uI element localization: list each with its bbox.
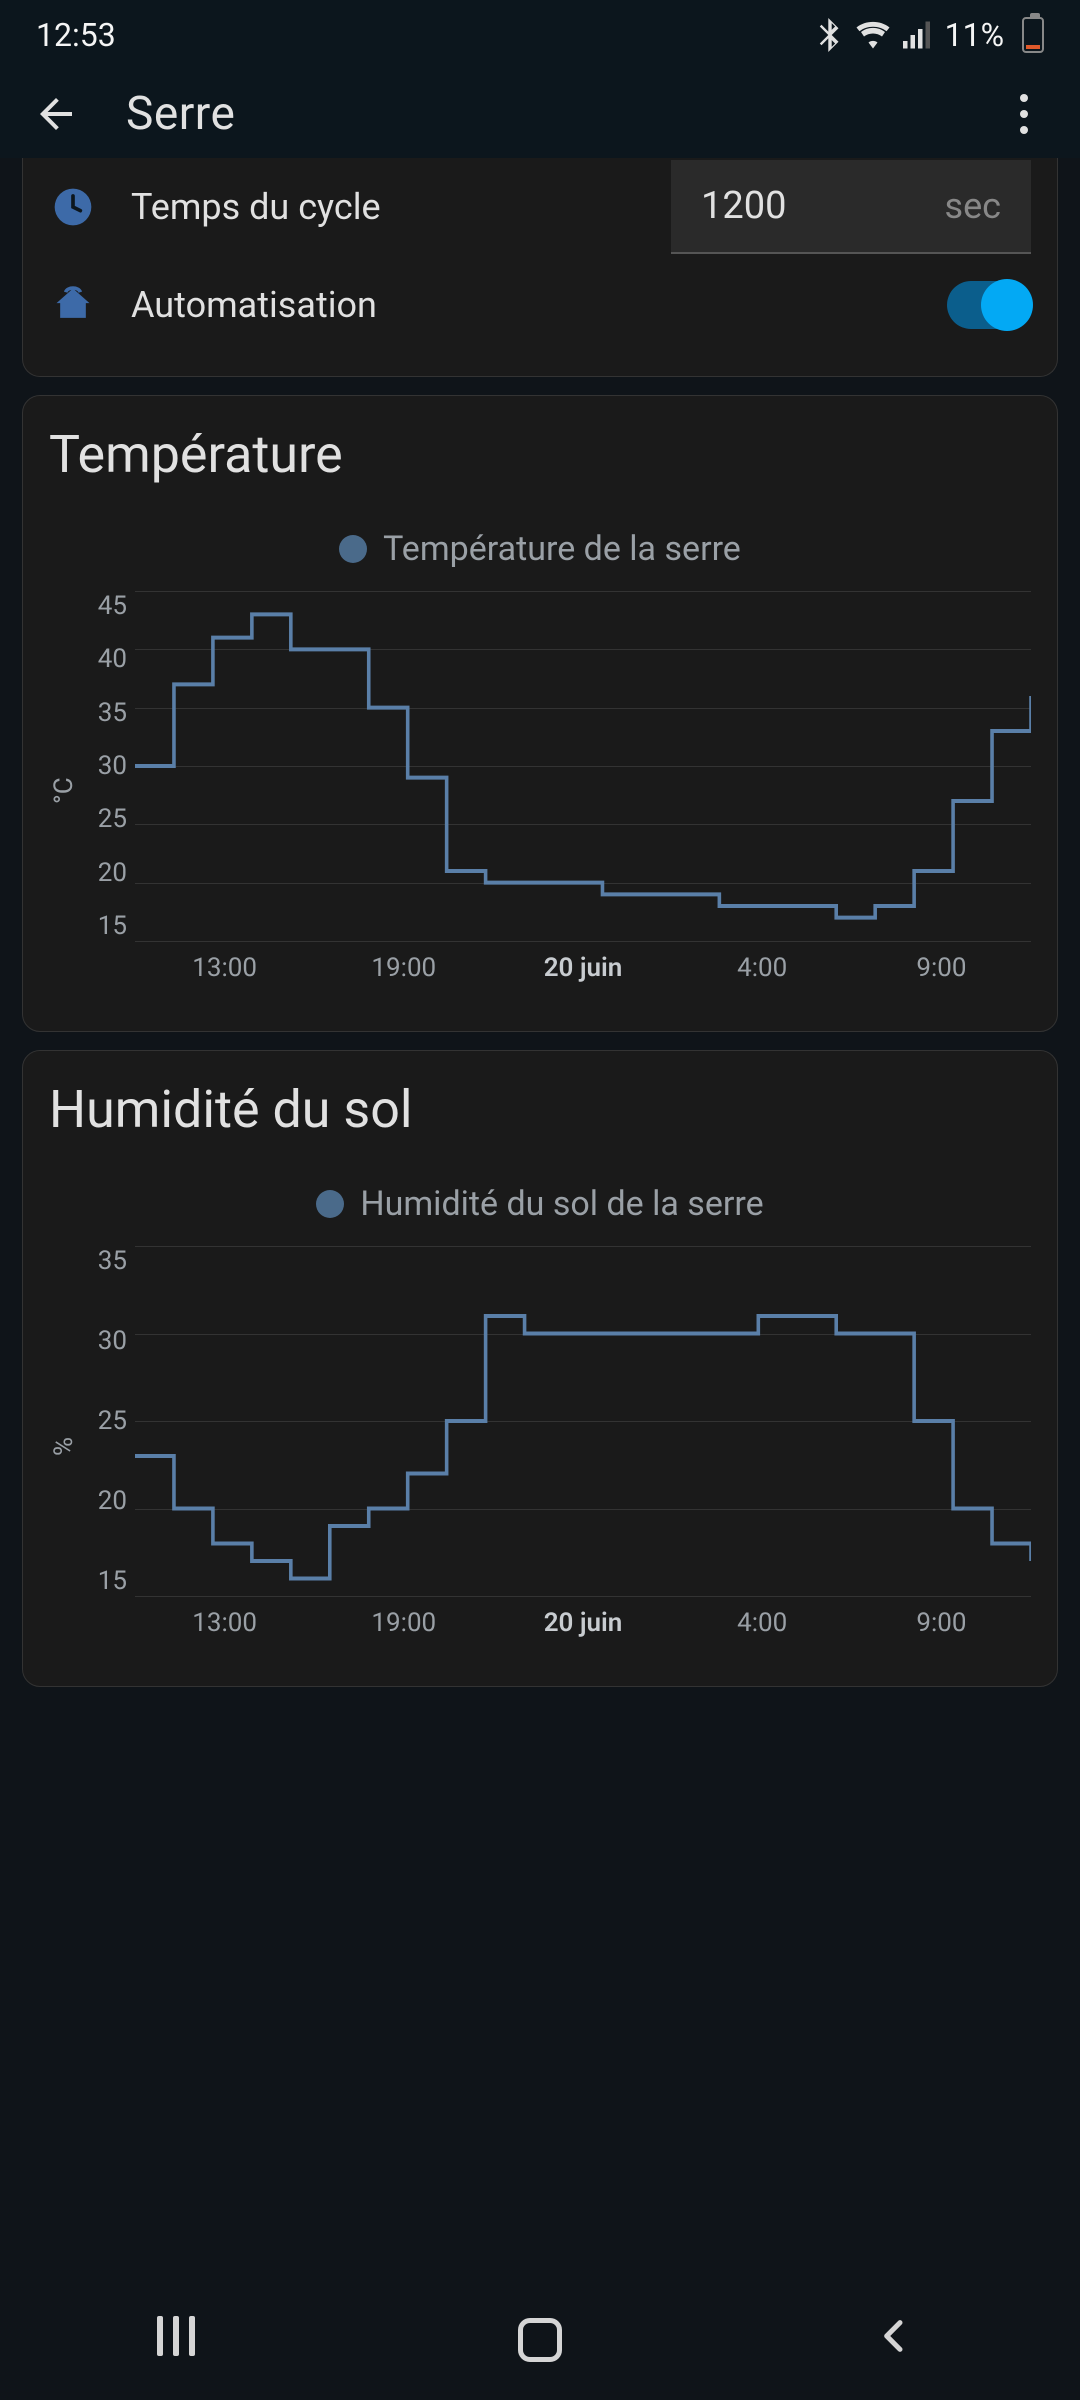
nav-back-button[interactable] (875, 2316, 923, 2364)
wifi-icon (855, 21, 891, 49)
app-bar: Serre (0, 70, 1080, 158)
temperature-legend[interactable]: Température de la serre (49, 529, 1031, 569)
status-time: 12:53 (36, 16, 116, 54)
status-icons: 11% (817, 16, 1044, 54)
humidity-chart[interactable]: % 3530252015 13:0019:0020 juin4:009:00 (49, 1246, 1031, 1646)
automation-toggle[interactable] (947, 281, 1031, 329)
temperature-xticks: 13:0019:0020 juin4:009:00 (135, 941, 1031, 991)
humidity-title: Humidité du sol (49, 1051, 1031, 1184)
humidity-yticks: 3530252015 (79, 1246, 135, 1596)
nav-home-button[interactable] (518, 2318, 562, 2362)
battery-icon (1022, 17, 1044, 53)
humidity-xticks: 13:0019:0020 juin4:009:00 (135, 1596, 1031, 1646)
temperature-title: Température (49, 396, 1031, 529)
overflow-menu-button[interactable] (1000, 86, 1048, 142)
home-automation-icon (49, 281, 97, 329)
cycle-time-value: 1200 (701, 184, 904, 228)
temperature-yticks: 45403530252015 (79, 591, 135, 941)
humidity-ylabel: % (49, 1246, 79, 1646)
back-button[interactable] (32, 90, 80, 138)
nav-recent-button[interactable] (157, 2316, 205, 2364)
temperature-legend-label: Température de la serre (383, 529, 741, 569)
cycle-time-input[interactable]: 1200 sec (671, 160, 1031, 254)
status-bar: 12:53 11% (0, 0, 1080, 70)
cycle-time-row: Temps du cycle 1200 sec (49, 158, 1031, 256)
legend-dot-icon (316, 1190, 344, 1218)
cycle-time-label: Temps du cycle (131, 186, 381, 228)
humidity-legend[interactable]: Humidité du sol de la serre (49, 1184, 1031, 1224)
temperature-card: Température Température de la serre °C 4… (22, 395, 1058, 1032)
page-title: Serre (126, 87, 235, 141)
legend-dot-icon (339, 535, 367, 563)
android-nav-bar (0, 2280, 1080, 2400)
temperature-ylabel: °C (49, 591, 79, 991)
automation-label: Automatisation (131, 284, 377, 326)
humidity-legend-label: Humidité du sol de la serre (360, 1184, 763, 1224)
settings-card: Temps du cycle 1200 sec Automatisation (22, 158, 1058, 377)
clock-icon (49, 183, 97, 231)
signal-icon (903, 21, 933, 49)
humidity-card: Humidité du sol Humidité du sol de la se… (22, 1050, 1058, 1687)
bluetooth-icon (817, 18, 843, 52)
automation-row: Automatisation (49, 256, 1031, 354)
battery-percent: 11% (945, 16, 1004, 54)
cycle-time-unit: sec (944, 185, 1001, 227)
temperature-chart[interactable]: °C 45403530252015 13:0019:0020 juin4:009… (49, 591, 1031, 991)
